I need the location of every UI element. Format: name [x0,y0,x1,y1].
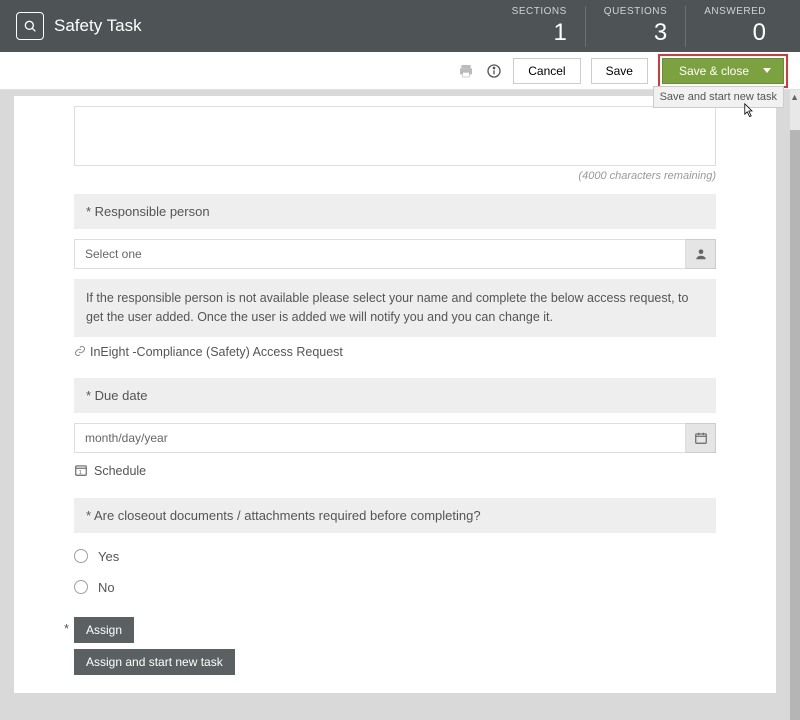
person-icon[interactable] [686,239,716,269]
responsible-info-text: If the responsible person is not availab… [74,279,716,337]
stat-label: QUESTIONS [604,6,667,17]
closeout-label: * Are closeout documents / attachments r… [74,498,716,533]
due-date-label: * Due date [74,378,716,413]
required-star: * [64,621,69,636]
save-close-highlight: Save & close Save and start new task [658,54,788,88]
chevron-down-icon[interactable] [763,68,771,73]
save-close-dropdown-item[interactable]: Save and start new task [653,86,784,108]
description-textarea[interactable] [74,106,716,166]
radio-icon [74,580,88,594]
stat-value: 0 [704,19,766,47]
due-date-input-row[interactable]: month/day/year [74,423,716,453]
schedule-icon: 1 [74,463,88,480]
info-icon[interactable] [485,62,503,80]
stat-label: ANSWERED [704,6,766,17]
char-remaining-label: (4000 characters remaining) [14,170,716,182]
scroll-up-arrow-icon[interactable]: ▲ [790,92,799,102]
access-request-link[interactable]: InEight -Compliance (Safety) Access Requ… [74,345,716,360]
select-placeholder[interactable]: Select one [74,239,686,269]
schedule-link[interactable]: 1 Schedule [74,463,716,480]
content-wrap: (4000 characters remaining) * Responsibl… [0,90,800,693]
assign-start-new-button[interactable]: Assign and start new task [74,649,235,675]
radio-icon [74,549,88,563]
cursor-icon [740,102,756,123]
calendar-icon[interactable] [686,423,716,453]
radio-yes-label: Yes [98,549,119,564]
stat-value: 1 [512,19,567,47]
print-icon[interactable] [457,62,475,80]
svg-text:1: 1 [79,470,82,476]
radio-no[interactable]: No [74,580,716,595]
header-stats: SECTIONS 1 QUESTIONS 3 ANSWERED 0 [494,6,784,47]
search-hex-icon [16,12,44,40]
responsible-person-label: * Responsible person [74,194,716,229]
radio-yes[interactable]: Yes [74,549,716,564]
assign-area: * Assign Assign and start new task [74,617,716,675]
save-close-button[interactable]: Save & close [662,58,784,84]
schedule-label: Schedule [94,464,146,478]
due-date-input[interactable]: month/day/year [74,423,686,453]
form-content: (4000 characters remaining) * Responsibl… [14,96,776,693]
link-icon [74,345,86,360]
access-request-link-text: InEight -Compliance (Safety) Access Requ… [90,345,343,359]
stat-answered: ANSWERED 0 [685,6,784,47]
save-button[interactable]: Save [591,58,648,84]
stat-label: SECTIONS [512,6,567,17]
radio-no-label: No [98,580,115,595]
stat-sections: SECTIONS 1 [494,6,585,47]
stat-value: 3 [604,19,667,47]
save-close-label: Save & close [679,64,749,78]
toolbar: Cancel Save Save & close Save and start … [0,52,800,90]
page-title: Safety Task [54,16,494,36]
cancel-button[interactable]: Cancel [513,58,580,84]
responsible-person-select[interactable]: Select one [74,239,716,269]
assign-button[interactable]: Assign [74,617,134,643]
stat-questions: QUESTIONS 3 [585,6,685,47]
app-header: Safety Task SECTIONS 1 QUESTIONS 3 ANSWE… [0,0,800,52]
scroll-thumb[interactable] [790,130,800,720]
vertical-scrollbar[interactable]: ▲ [790,90,800,693]
